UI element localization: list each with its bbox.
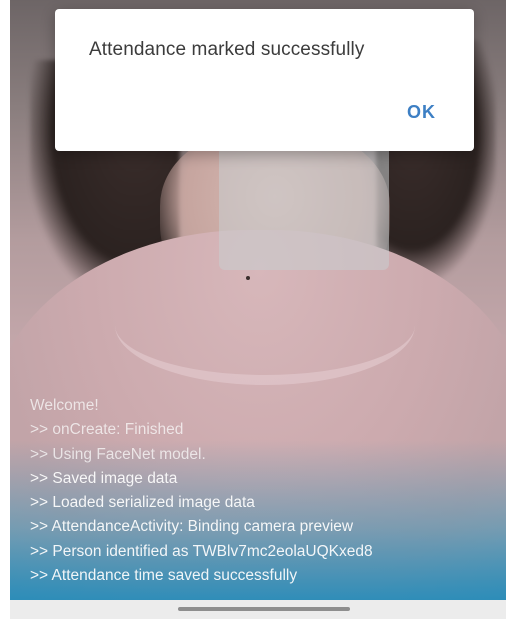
log-line: >> onCreate: Finished: [30, 421, 184, 439]
log-line: >> Using FaceNet model.: [30, 445, 206, 463]
home-indicator[interactable]: [178, 607, 350, 611]
ok-button[interactable]: OK: [407, 102, 436, 123]
dialog-message: Attendance marked successfully: [89, 39, 365, 60]
log-line: >> AttendanceActivity: Binding camera pr…: [30, 518, 354, 536]
log-line: >> Saved image data: [30, 469, 178, 487]
log-console: Welcome! >> onCreate: Finished >> Using …: [30, 394, 500, 588]
navigation-bar: [10, 600, 506, 619]
camera-image-collar: [115, 265, 415, 385]
alert-dialog: Attendance marked successfully OK: [55, 9, 474, 151]
camera-image-mole: [246, 276, 250, 280]
log-line: >> Loaded serialized image data: [30, 494, 255, 512]
log-line: >> Person identified as TWBlv7mc2eolaUQK…: [30, 542, 373, 560]
log-line: >> Attendance time saved successfully: [30, 567, 298, 585]
log-line: Welcome!: [30, 397, 99, 414]
